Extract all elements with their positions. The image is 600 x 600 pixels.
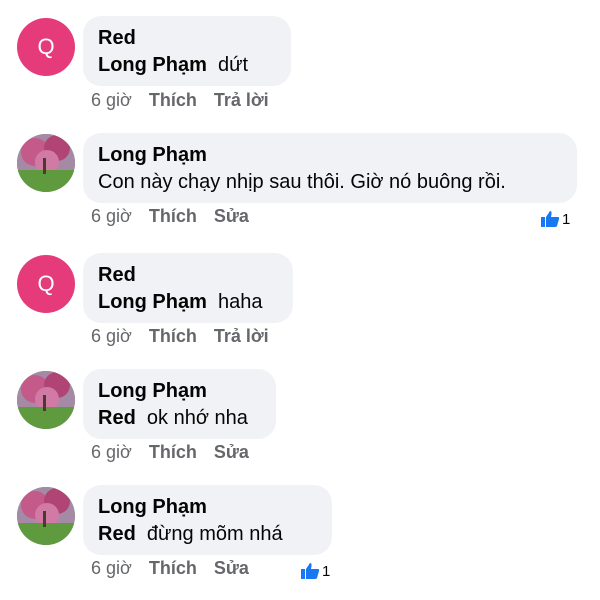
comment-text: dứt: [218, 54, 249, 76]
comment-author[interactable]: Long Phạm: [98, 378, 260, 404]
comment-author[interactable]: Long Phạm: [98, 142, 561, 168]
comment-text: Con này chạy nhịp sau thôi. Giờ nó buông…: [98, 171, 506, 193]
avatar-letter: Q: [37, 271, 55, 296]
reaction-count[interactable]: 1: [300, 562, 330, 580]
reply-button[interactable]: Trả lời: [214, 326, 269, 346]
comment-timestamp[interactable]: 6 giờ: [91, 206, 132, 226]
comment-actions: 6 giờ Thích Trả lời: [91, 90, 286, 111]
comment-actions: 6 giờ Thích Sửa: [91, 206, 266, 227]
like-button[interactable]: Thích: [149, 326, 197, 346]
avatar[interactable]: [17, 487, 75, 545]
comment-author[interactable]: Red: [98, 25, 275, 51]
comment-actions: 6 giờ Thích Sửa: [91, 442, 266, 463]
edit-button[interactable]: Sửa: [214, 442, 249, 462]
reaction-count[interactable]: 1: [540, 210, 570, 228]
comment-bubble: Long Phạm Red ok nhớ nha: [83, 369, 276, 439]
reaction-number: 1: [322, 562, 331, 580]
comment-timestamp[interactable]: 6 giờ: [91, 558, 132, 578]
comment-bubble: Red Long Phạm dứt: [83, 16, 291, 86]
like-button[interactable]: Thích: [149, 558, 197, 578]
avatar[interactable]: Q: [17, 18, 75, 76]
comment-author[interactable]: Long Phạm: [98, 494, 316, 520]
reply-button[interactable]: Trả lời: [214, 90, 269, 110]
edit-button[interactable]: Sửa: [214, 206, 249, 226]
comment-bubble: Long Phạm Red đừng mõm nhá: [83, 485, 332, 555]
avatar[interactable]: Q: [17, 255, 75, 313]
mention-tag[interactable]: Long Phạm: [98, 291, 207, 313]
like-button[interactable]: Thích: [149, 442, 197, 462]
avatar-photo: [17, 487, 75, 545]
reaction-number: 1: [562, 210, 571, 228]
like-button[interactable]: Thích: [149, 90, 197, 110]
comment-body: Long Phạm dứt: [98, 51, 275, 79]
avatar-photo: [17, 134, 75, 192]
avatar[interactable]: [17, 134, 75, 192]
comment-text: haha: [218, 291, 263, 313]
comment-bubble: Red Long Phạm haha: [83, 253, 293, 323]
mention-tag[interactable]: Long Phạm: [98, 54, 207, 76]
mention-tag[interactable]: Red: [98, 407, 136, 429]
comment-text: ok nhớ nha: [146, 407, 248, 429]
comment-timestamp[interactable]: 6 giờ: [91, 326, 132, 346]
comment-bubble: Long Phạm Con này chạy nhịp sau thôi. Gi…: [83, 133, 577, 203]
comment-body: Red đừng mõm nhá: [98, 520, 316, 548]
comment-actions: 6 giờ Thích Sửa: [91, 558, 266, 579]
avatar[interactable]: [17, 371, 75, 429]
comment-actions: 6 giờ Thích Trả lời: [91, 326, 286, 347]
comment-text: đừng mõm nhá: [146, 523, 283, 545]
comment-body: Long Phạm haha: [98, 288, 277, 316]
thumbs-up-icon: [301, 563, 320, 579]
like-button[interactable]: Thích: [149, 206, 197, 226]
comment-body: Red ok nhớ nha: [98, 404, 260, 432]
thumbs-up-icon: [541, 211, 560, 227]
comment-timestamp[interactable]: 6 giờ: [91, 442, 132, 462]
mention-tag[interactable]: Red: [98, 523, 136, 545]
avatar-photo: [17, 371, 75, 429]
comment-author[interactable]: Red: [98, 262, 277, 288]
comment-timestamp[interactable]: 6 giờ: [91, 90, 132, 110]
edit-button[interactable]: Sửa: [214, 558, 249, 578]
avatar-letter: Q: [37, 34, 55, 59]
